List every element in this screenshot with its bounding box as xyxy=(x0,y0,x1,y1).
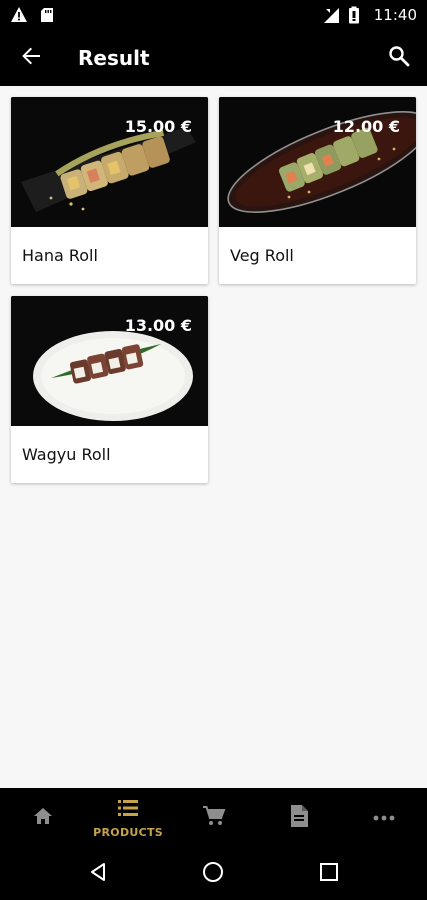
home-icon xyxy=(32,805,54,832)
product-grid: 15.00 € Hana Roll 12.00 € Veg Roll 13.00… xyxy=(11,97,417,483)
nav-more[interactable] xyxy=(342,788,427,848)
square-recents-icon xyxy=(319,862,339,887)
product-card[interactable]: 15.00 € Hana Roll xyxy=(11,97,208,284)
nav-cart[interactable] xyxy=(171,788,256,848)
search-button[interactable] xyxy=(371,30,427,86)
nav-products-label: PRODUCTS xyxy=(93,825,164,839)
arrow-left-icon xyxy=(20,45,42,72)
system-recents-button[interactable] xyxy=(309,854,349,894)
bottom-navigation: PRODUCTS xyxy=(0,788,427,848)
document-icon xyxy=(289,804,309,833)
list-icon xyxy=(117,798,139,823)
product-image: 15.00 € xyxy=(11,97,208,227)
system-home-button[interactable] xyxy=(193,854,233,894)
product-price: 12.00 € xyxy=(332,117,400,136)
product-image: 13.00 € xyxy=(11,296,208,426)
product-card[interactable]: 13.00 € Wagyu Roll xyxy=(11,296,208,483)
triangle-back-icon xyxy=(88,862,108,887)
signal-icon xyxy=(322,6,340,24)
search-icon xyxy=(388,45,410,72)
system-back-button[interactable] xyxy=(78,854,118,894)
sd-card-icon xyxy=(38,6,56,24)
status-time: 11:40 xyxy=(373,6,417,24)
product-name: Wagyu Roll xyxy=(22,445,111,464)
nav-home[interactable] xyxy=(0,788,85,848)
page-title: Result xyxy=(78,46,150,70)
product-card[interactable]: 12.00 € Veg Roll xyxy=(219,97,416,284)
product-price: 15.00 € xyxy=(124,117,192,136)
product-price: 13.00 € xyxy=(124,316,192,335)
nav-documents[interactable] xyxy=(256,788,341,848)
more-icon xyxy=(373,809,395,827)
nav-products[interactable]: PRODUCTS xyxy=(85,788,170,848)
back-button[interactable] xyxy=(0,30,62,86)
product-name: Hana Roll xyxy=(22,246,98,265)
warning-icon xyxy=(10,6,28,24)
cart-icon xyxy=(202,805,226,832)
status-bar: 11:40 xyxy=(0,0,427,30)
battery-icon xyxy=(348,6,366,24)
product-name: Veg Roll xyxy=(230,246,294,265)
product-image: 12.00 € xyxy=(219,97,416,227)
circle-home-icon xyxy=(202,861,224,888)
app-bar: Result xyxy=(0,30,427,86)
system-navigation-bar xyxy=(0,848,427,900)
